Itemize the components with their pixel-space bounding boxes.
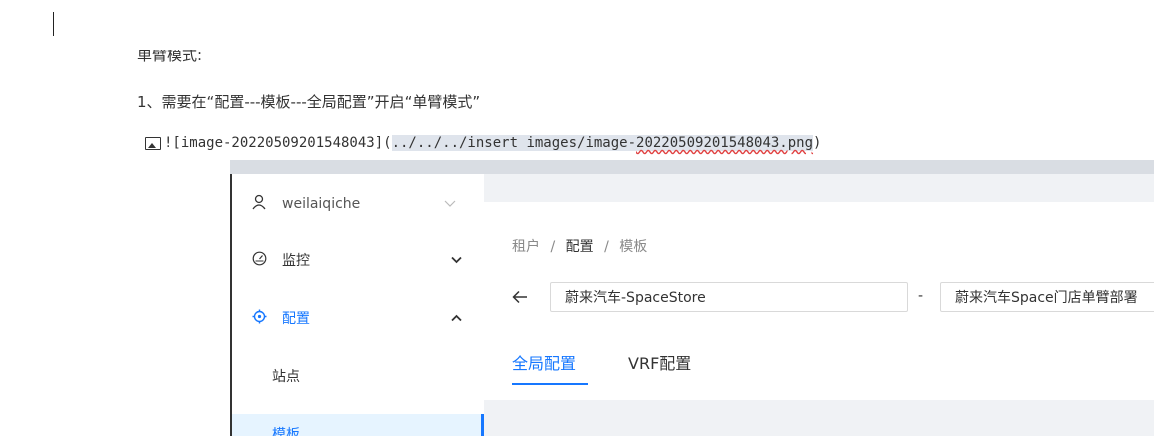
markdown-image-line[interactable]: ![image-20220509201548043](../../../inse…: [145, 132, 821, 154]
chevron-up-icon: [451, 311, 462, 325]
tab-global-config[interactable]: 全局配置: [512, 350, 576, 374]
sidebar-item-label: 模板: [272, 427, 300, 436]
md-path[interactable]: ../../../insert images/image-20220509201…: [391, 135, 814, 151]
screenshot-top-strip: [230, 160, 1154, 174]
separator-dash: -: [918, 288, 924, 304]
arrow-left-icon[interactable]: [512, 288, 528, 309]
breadcrumb-tenant[interactable]: 租户: [512, 239, 540, 255]
sidebar-item-config[interactable]: 配置: [232, 298, 484, 338]
chevron-down-icon: [444, 197, 456, 211]
content-lower-area: [484, 400, 1154, 436]
tenant-select[interactable]: 蔚来汽车-SpaceStore: [550, 282, 908, 312]
chevron-down-icon: [451, 253, 462, 267]
image-icon: [145, 136, 161, 150]
section-heading-partial: 单臂模式:: [137, 50, 203, 62]
md-prefix: ![image-20220509201548043](: [164, 135, 392, 151]
user-menu[interactable]: weilaiqiche: [232, 190, 484, 218]
breadcrumb-template: 模板: [619, 239, 648, 255]
step-1-text: 1、需要在“配置---模板---全局配置”开启“单臂模式”: [137, 93, 481, 111]
sidebar-item-label: 站点: [272, 369, 300, 385]
target-icon: [252, 309, 267, 328]
active-tab-underline: [512, 383, 588, 385]
breadcrumb: 租户 / 配置 / 模板: [512, 239, 648, 255]
sidebar-subitem-template[interactable]: 模板: [232, 414, 484, 436]
md-suffix: ): [813, 135, 822, 151]
breadcrumb-config[interactable]: 配置: [566, 239, 594, 255]
sidebar-subitem-site[interactable]: 站点: [232, 356, 484, 396]
username: weilaiqiche: [282, 196, 361, 212]
embedded-screenshot: weilaiqiche 监控 配置 站点 模板 租户 / 配置 / 模板 蔚来汽…: [230, 160, 1154, 436]
user-icon: [252, 194, 266, 214]
main-content: 租户 / 配置 / 模板 蔚来汽车-SpaceStore - 蔚来汽车Space…: [484, 174, 1154, 436]
sidebar-item-label: 监控: [282, 253, 310, 269]
sidebar-item-label: 配置: [282, 311, 310, 327]
text-cursor: [53, 12, 54, 36]
sidebar: weilaiqiche 监控 配置 站点 模板: [232, 174, 484, 436]
store-select[interactable]: 蔚来汽车Space门店单臂部署: [940, 282, 1154, 312]
tab-vrf-config[interactable]: VRF配置: [628, 350, 691, 374]
sidebar-item-monitor[interactable]: 监控: [232, 240, 484, 280]
dashboard-icon: [252, 251, 267, 270]
